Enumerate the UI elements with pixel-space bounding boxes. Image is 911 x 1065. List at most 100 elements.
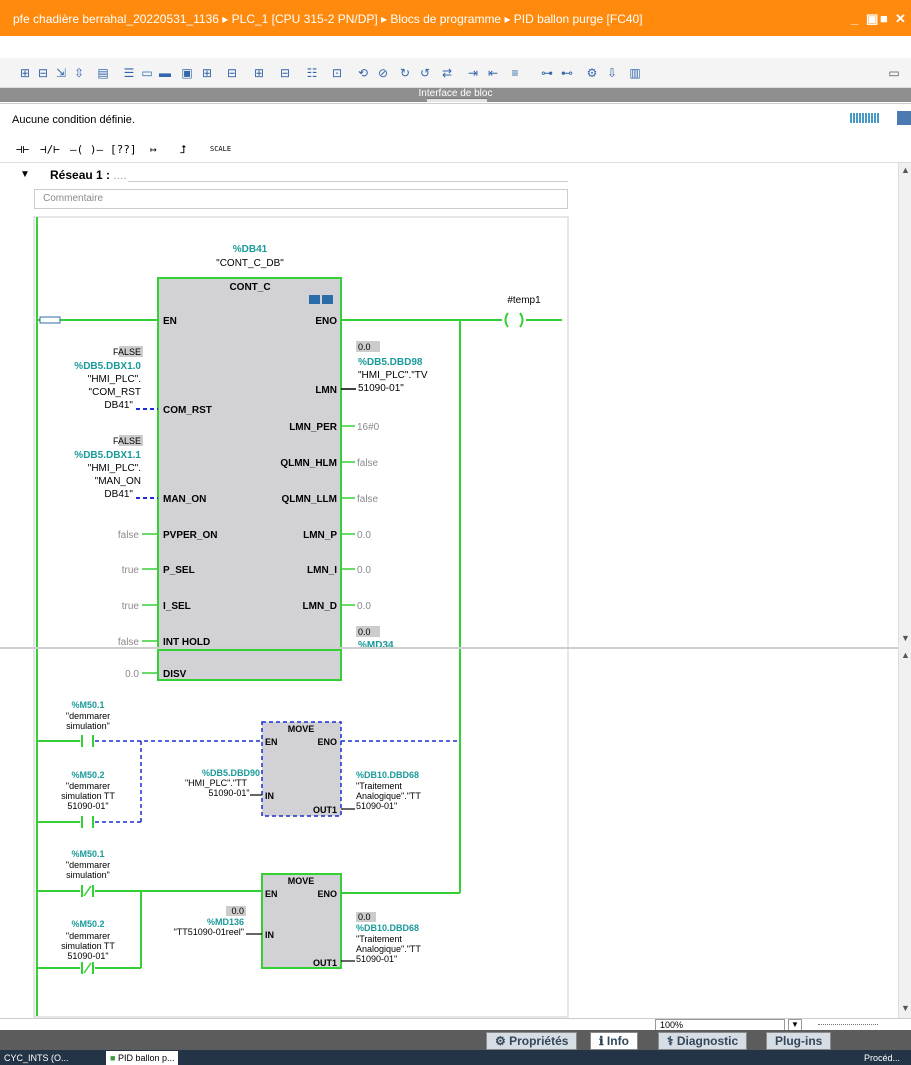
svg-text:0.0: 0.0 <box>357 530 371 541</box>
svg-text:EN: EN <box>163 316 177 327</box>
svg-text:"demmarer: "demmarer <box>66 931 110 941</box>
move1-out-addr: %DB10.DBD68 <box>356 770 419 780</box>
svg-text:I_SEL: I_SEL <box>163 601 191 612</box>
svg-text:"MAN_ON: "MAN_ON <box>95 476 141 487</box>
svg-text:DB41": DB41" <box>104 400 133 411</box>
svg-text:Analogique"."TT: Analogique"."TT <box>356 944 421 954</box>
m50-1b-addr: %M50.1 <box>71 849 104 859</box>
svg-text:DISV: DISV <box>163 669 187 680</box>
diagnostic-icon: ⚕ <box>667 1034 677 1048</box>
svg-text:51090-01": 51090-01" <box>67 801 108 811</box>
scroll-down-icon[interactable]: ▼ <box>901 633 910 643</box>
move1-in-addr: %DB5.DBD90 <box>202 768 260 778</box>
svg-text:"Traitement: "Traitement <box>356 781 402 791</box>
tab-plugins[interactable]: Plug-ins <box>766 1032 832 1050</box>
svg-text:FALSE: FALSE <box>113 436 141 446</box>
svg-text:simulation": simulation" <box>66 870 110 880</box>
m50-1-addr: %M50.1 <box>71 700 104 710</box>
svg-text:LMN_D: LMN_D <box>303 601 337 612</box>
svg-text:0.0: 0.0 <box>357 565 371 576</box>
move2-out-addr: %DB10.DBD68 <box>356 923 419 933</box>
svg-text:LMN_I: LMN_I <box>307 565 337 576</box>
en-open-branch <box>39 316 61 324</box>
zoom-slider[interactable] <box>818 1024 878 1025</box>
svg-text:51090-01": 51090-01" <box>356 954 397 964</box>
svg-text:LMN_P: LMN_P <box>303 530 337 541</box>
m50-2b-addr: %M50.2 <box>71 919 104 929</box>
svg-text:0.0: 0.0 <box>358 342 371 352</box>
svg-text:simulation TT: simulation TT <box>61 941 115 951</box>
m50-2-addr: %M50.2 <box>71 770 104 780</box>
tab-info[interactable]: ℹ Info <box>590 1032 638 1050</box>
editor-split-divider[interactable] <box>0 647 911 649</box>
svg-text:DB41": DB41" <box>104 489 133 500</box>
svg-text:MOVE: MOVE <box>288 724 315 734</box>
lmn-addr: %DB5.DBD98 <box>358 357 423 368</box>
task-pid-ballon[interactable]: ■ PID ballon p... <box>106 1051 179 1065</box>
svg-text:OUT1: OUT1 <box>313 958 337 968</box>
pid-type: CONT_C <box>229 282 270 293</box>
task-cyc-ints[interactable]: CYC_INTS (O... <box>0 1051 73 1065</box>
svg-text:ENO: ENO <box>317 889 337 899</box>
inspector-tabs: ⚙ Propriétés ℹ Info ⚕ Diagnostic Plug-in… <box>0 1030 911 1050</box>
block-icon: ■ <box>110 1053 118 1063</box>
coil[interactable] <box>504 312 509 328</box>
svg-text:"demmarer: "demmarer <box>66 860 110 870</box>
properties-icon: ⚙ <box>495 1034 510 1048</box>
svg-text:"demmarer: "demmarer <box>66 781 110 791</box>
svg-text:QLMN_LLM: QLMN_LLM <box>281 494 337 505</box>
scrollbar-top[interactable]: ▲ ▼ <box>898 163 911 648</box>
svg-text:IN: IN <box>265 791 274 801</box>
task-procede[interactable]: Procéd... <box>860 1051 904 1065</box>
scroll-down-icon-2[interactable]: ▼ <box>901 1003 910 1013</box>
svg-text:0.0: 0.0 <box>358 912 371 922</box>
pid-db-name: "CONT_C_DB" <box>216 258 284 269</box>
svg-text:0.0: 0.0 <box>125 669 139 680</box>
svg-text:51090-01": 51090-01" <box>358 383 404 394</box>
svg-text:FALSE: FALSE <box>113 347 141 357</box>
svg-text:16#0: 16#0 <box>357 422 380 433</box>
pid-db-addr: %DB41 <box>233 244 268 255</box>
svg-text:simulation": simulation" <box>66 721 110 731</box>
svg-text:0.0: 0.0 <box>231 906 244 916</box>
svg-text:51090-01": 51090-01" <box>67 951 108 961</box>
svg-text:IN: IN <box>265 930 274 940</box>
svg-text:51090-01": 51090-01" <box>356 801 397 811</box>
svg-text:true: true <box>122 601 140 612</box>
svg-text:OUT1: OUT1 <box>313 805 337 815</box>
pid-db-icon[interactable] <box>309 295 320 304</box>
zoom-bar: 100% ▼ <box>0 1018 911 1031</box>
svg-text:Analogique"."TT: Analogique"."TT <box>356 791 421 801</box>
svg-text:ENO: ENO <box>317 737 337 747</box>
scroll-up-icon[interactable]: ▲ <box>901 165 910 175</box>
svg-text:MOVE: MOVE <box>288 876 315 886</box>
svg-text:"TT51090-01reel": "TT51090-01reel" <box>174 927 244 937</box>
svg-text:0.0: 0.0 <box>357 601 371 612</box>
com-rst-addr: %DB5.DBX1.0 <box>74 361 141 372</box>
pid-tool-icon[interactable] <box>322 295 333 304</box>
svg-text:false: false <box>357 494 379 505</box>
svg-text:PVPER_ON: PVPER_ON <box>163 530 217 541</box>
svg-text:"HMI_PLC".: "HMI_PLC". <box>88 463 141 474</box>
svg-text:"HMI_PLC"."TV: "HMI_PLC"."TV <box>358 370 428 381</box>
svg-text:"Traitement: "Traitement <box>356 934 402 944</box>
taskbar: CYC_INTS (O... ■ PID ballon p... Procéd.… <box>0 1050 911 1065</box>
scrollbar-bottom[interactable]: ▲ ▼ <box>898 648 911 1018</box>
ladder-diagram: %DB41 "CONT_C_DB" CONT_C EN COM_RST MAN_… <box>33 216 569 1018</box>
svg-text:QLMN_HLM: QLMN_HLM <box>280 458 337 469</box>
tab-proprietes[interactable]: ⚙ Propriétés <box>486 1032 578 1050</box>
svg-text:%MD34: %MD34 <box>358 640 394 651</box>
svg-text:51090-01": 51090-01" <box>208 788 249 798</box>
svg-text:false: false <box>357 458 379 469</box>
svg-text:EN: EN <box>265 737 278 747</box>
svg-text:LMN_PER: LMN_PER <box>289 422 338 433</box>
svg-text:MAN_ON: MAN_ON <box>163 494 206 505</box>
svg-text:LMN: LMN <box>315 385 337 396</box>
svg-text:ENO: ENO <box>315 316 337 327</box>
svg-text:COM_RST: COM_RST <box>163 405 212 416</box>
tab-diagnostic[interactable]: ⚕ Diagnostic <box>658 1032 748 1050</box>
svg-text:simulation TT: simulation TT <box>61 791 115 801</box>
move2-in-addr: %MD136 <box>207 917 244 927</box>
man-on-addr: %DB5.DBX1.1 <box>74 450 141 461</box>
scroll-up-icon-2[interactable]: ▲ <box>901 650 910 660</box>
